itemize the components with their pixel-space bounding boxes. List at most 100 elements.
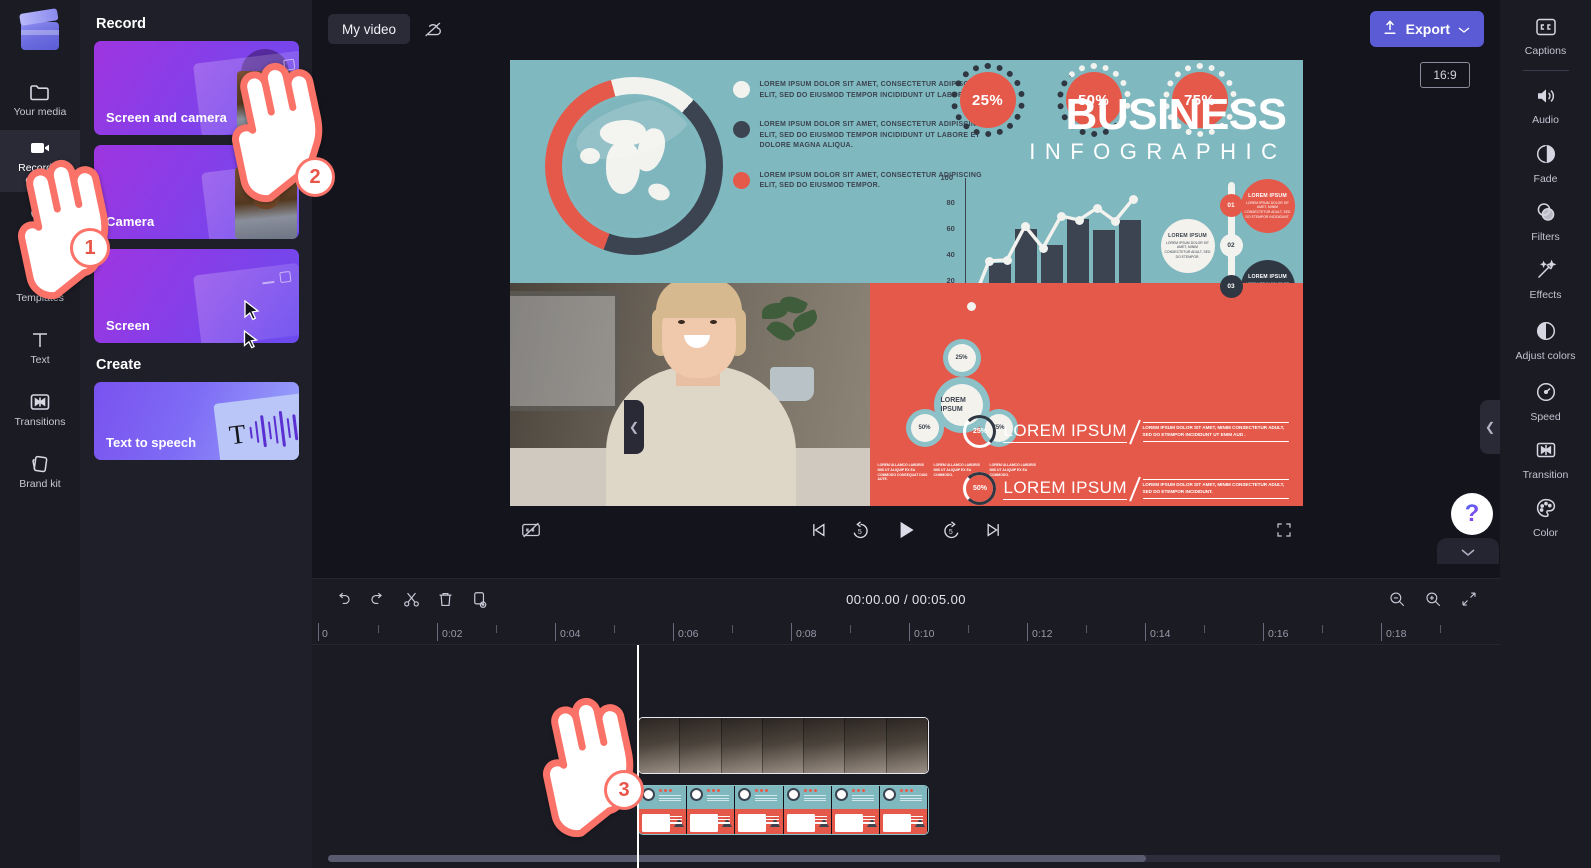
- card-screen[interactable]: Screen: [94, 249, 299, 343]
- skip-to-end-button[interactable]: [984, 520, 1004, 540]
- percent-badge: 25%: [950, 63, 1025, 137]
- panel-item-label: Transition: [1522, 469, 1569, 482]
- skip-to-start-button[interactable]: [808, 520, 828, 540]
- node-number: 02: [1219, 234, 1243, 257]
- sidebar-item-your-media[interactable]: Your media: [0, 68, 80, 130]
- bubble-title: LOREM IPSUM: [1248, 192, 1287, 199]
- sidebar-item-templates[interactable]: Templates: [0, 254, 80, 316]
- legend-item: LOREM IPSUM DOLOR SIT AMET, CONSECTETUR …: [732, 120, 983, 152]
- chevron-left-icon: ❮: [628, 420, 640, 434]
- magic-wand-icon: [1534, 258, 1558, 287]
- export-button[interactable]: Export: [1369, 11, 1484, 47]
- image-thumbnail-strip: [639, 786, 928, 834]
- tts-graphic: T: [213, 392, 299, 460]
- cursor-arrow-icon: [243, 299, 261, 327]
- ruler-label: 0:02: [442, 628, 463, 640]
- help-button[interactable]: ?: [1451, 493, 1493, 535]
- sidebar-item-text[interactable]: Text: [0, 316, 80, 378]
- aspect-ratio-button[interactable]: 16:9: [1420, 62, 1470, 88]
- speedometer-icon: [1534, 380, 1558, 409]
- fade-icon: [1534, 142, 1558, 171]
- table-row[interactable]: [638, 785, 929, 835]
- redo-button[interactable]: [362, 584, 392, 614]
- sidebar-label: Transitions: [14, 415, 66, 428]
- person-thumbnail: [235, 167, 297, 239]
- card-text-to-speech[interactable]: T Text to speech: [94, 382, 299, 460]
- panel-item-transition[interactable]: Transition: [1500, 431, 1591, 489]
- node-number: 03: [1219, 275, 1243, 298]
- editor-main: My video Export 16:9 LOREM IPSUM DOLOR S…: [312, 0, 1500, 868]
- palette-icon: [1534, 496, 1558, 525]
- card-screen-and-camera[interactable]: Screen and camera: [94, 41, 299, 135]
- progress-ring: 25%: [963, 415, 997, 448]
- stat-row: 50% LOREM IPSUM LOREM IPSUM DOLOR SIT AM…: [963, 472, 1289, 505]
- card-camera[interactable]: Camera: [94, 145, 299, 239]
- legend-dot: [732, 121, 750, 138]
- captions-toggle-button[interactable]: [520, 519, 542, 541]
- collapse-panel-right-button[interactable]: ❮: [1480, 400, 1500, 454]
- play-button[interactable]: [893, 517, 919, 543]
- duplicate-button[interactable]: [464, 584, 494, 614]
- rewind-5-button[interactable]: 5: [850, 520, 871, 541]
- fullscreen-button[interactable]: [1275, 521, 1293, 539]
- trio-node-value: 50%: [910, 414, 939, 442]
- forward-5-button[interactable]: 5: [941, 520, 962, 541]
- ruler-label: 0:10: [914, 628, 935, 640]
- project-title-button[interactable]: My video: [328, 14, 411, 44]
- current-time: 00:00.00: [846, 591, 900, 607]
- panel-item-effects[interactable]: Effects: [1500, 251, 1591, 309]
- legend-list: LOREM IPSUM DOLOR SIT AMET, CONSECTETUR …: [732, 80, 983, 211]
- card-label: Text to speech: [106, 435, 197, 450]
- panel-item-label: Effects: [1529, 289, 1562, 302]
- contrast-icon: [1534, 319, 1558, 348]
- playhead[interactable]: [637, 645, 639, 868]
- sidebar-label: Templates: [16, 291, 64, 304]
- record-section-heading: Record: [96, 16, 146, 32]
- help-collapse-tab[interactable]: [1437, 538, 1499, 564]
- node-number: 01: [1219, 194, 1243, 217]
- stat-label: LOREM IPSUM: [1003, 421, 1127, 443]
- sidebar-item-graphics[interactable]: Graphics: [0, 192, 80, 254]
- panel-item-color[interactable]: Color: [1500, 489, 1591, 547]
- serif-t-icon: T: [227, 417, 248, 450]
- timeline-scrollbar[interactable]: [328, 855, 1500, 862]
- ruler-label: 0:12: [1032, 628, 1053, 640]
- filters-icon: [1534, 200, 1558, 229]
- step-badge-2: 2: [295, 157, 335, 197]
- svg-text:5: 5: [949, 529, 953, 536]
- stat-body: LOREM IPSUM DOLOR SIT AMET, MINIM CONSEC…: [1142, 421, 1289, 442]
- timeline-tracks[interactable]: [312, 645, 1500, 868]
- panel-item-audio[interactable]: Audio: [1500, 77, 1591, 135]
- sidebar-item-transitions[interactable]: Transitions: [0, 378, 80, 440]
- sidebar-item-record-and-create[interactable]: Record & create: [0, 130, 80, 192]
- split-button[interactable]: [396, 584, 426, 614]
- stat-row: 25% LOREM IPSUM LOREM IPSUM DOLOR SIT AM…: [963, 415, 1289, 448]
- ruler-label: 0:08: [796, 628, 817, 640]
- collapse-panel-left-button[interactable]: ❮: [624, 400, 644, 454]
- panel-item-captions[interactable]: Captions: [1500, 8, 1591, 66]
- transitions-icon: [28, 390, 52, 414]
- preview-stage: 16:9 LOREM IPSUM DOLOR SIT AMET, CONSECT…: [312, 58, 1500, 578]
- panel-item-adjust-colors[interactable]: Adjust colors: [1500, 309, 1591, 373]
- legend-dot: [732, 81, 750, 98]
- table-row[interactable]: [638, 717, 929, 774]
- zoom-in-button[interactable]: [1418, 584, 1448, 614]
- stat-label: LOREM IPSUM: [1003, 478, 1127, 500]
- ruler-label: 0:16: [1268, 628, 1289, 640]
- fit-to-screen-button[interactable]: [1454, 584, 1484, 614]
- panel-item-speed[interactable]: Speed: [1500, 373, 1591, 431]
- undo-button[interactable]: [328, 584, 358, 614]
- timeline-ruler[interactable]: 0 0:02 0:04 0:06 0:08 0:10 0:12 0:14 0:1…: [312, 619, 1500, 645]
- panel-item-filters[interactable]: Filters: [1500, 193, 1591, 251]
- speaker-icon: [1534, 85, 1558, 112]
- sidebar-item-brand-kit[interactable]: Brand kit: [0, 440, 80, 502]
- stat-body: LOREM IPSUM DOLOR SIT AMET, MINIM CONSEC…: [1142, 478, 1289, 499]
- playback-controls: 5 5: [510, 506, 1303, 554]
- top-toolbar: My video Export: [312, 0, 1500, 58]
- panel-item-fade[interactable]: Fade: [1500, 135, 1591, 193]
- delete-button[interactable]: [430, 584, 460, 614]
- chevron-down-icon: [1460, 544, 1476, 562]
- zoom-out-button[interactable]: [1382, 584, 1412, 614]
- ruler-label: 0:04: [560, 628, 581, 640]
- cloud-off-icon[interactable]: [418, 14, 448, 44]
